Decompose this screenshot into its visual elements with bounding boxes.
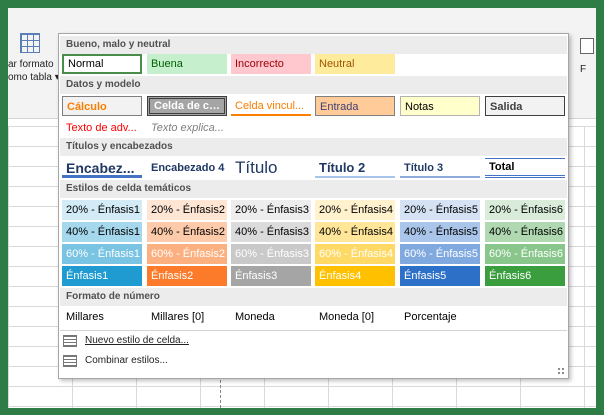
style-title-2[interactable]: Encabezado 4 [147, 158, 227, 178]
new-style-icon [63, 335, 77, 347]
section-number-format: Formato de número [60, 288, 567, 306]
style-data-model-2[interactable]: Celda de co... [147, 96, 227, 116]
style-accent-3[interactable]: Énfasis3 [231, 266, 311, 286]
style-accent-6[interactable]: Énfasis6 [485, 266, 565, 286]
style-title-1[interactable]: Encabez... [62, 158, 142, 178]
style-number-format-2[interactable]: Millares [0] [147, 307, 227, 327]
style-data-model-text-1[interactable]: Texto de adv... [62, 118, 142, 138]
style-title-6[interactable]: Total [485, 158, 565, 178]
merge-styles-item[interactable]: Combinar estilos... [63, 352, 168, 370]
section-themed-styles: Estilos de celda temáticos [60, 180, 567, 198]
section-good-bad-neutral: Bueno, malo y neutral [60, 36, 567, 54]
style-data-model-1[interactable]: Cálculo [62, 96, 142, 116]
style-data-model-text-2[interactable]: Texto explica... [147, 118, 227, 138]
style-accent-20-2[interactable]: 20% - Énfasis2 [147, 200, 227, 220]
style-accent-40-2[interactable]: 40% - Énfasis2 [147, 222, 227, 242]
style-accent-40-4[interactable]: 40% - Énfasis4 [315, 222, 395, 242]
style-accent-40-5[interactable]: 40% - Énfasis5 [400, 222, 480, 242]
style-accent-60-4[interactable]: 60% - Énfasis4 [315, 244, 395, 264]
format-icon [580, 38, 594, 54]
style-accent-60-6[interactable]: 60% - Énfasis6 [485, 244, 565, 264]
section-titles: Títulos y encabezados [60, 138, 567, 156]
style-accent-20-4[interactable]: 20% - Énfasis4 [315, 200, 395, 220]
style-good-bad-4[interactable]: Neutral [315, 54, 395, 74]
cell-styles-gallery: Bueno, malo y neutral Normal Buena Incorre… [58, 33, 569, 379]
style-data-model-5[interactable]: Notas [400, 96, 480, 116]
style-accent-20-3[interactable]: 20% - Énfasis3 [231, 200, 311, 220]
style-accent-40-6[interactable]: 40% - Énfasis6 [485, 222, 565, 242]
style-accent-60-2[interactable]: 60% - Énfasis2 [147, 244, 227, 264]
style-accent-4[interactable]: Énfasis4 [315, 266, 395, 286]
style-title-4[interactable]: Título 2 [315, 158, 395, 178]
style-data-model-3[interactable]: Celda vincul... [231, 96, 311, 116]
style-good-bad-3[interactable]: Incorrecto [231, 54, 311, 74]
style-accent-20-6[interactable]: 20% - Énfasis6 [485, 200, 565, 220]
table-format-icon [20, 33, 40, 53]
resize-grip-icon[interactable] [557, 367, 565, 375]
style-good-bad-1[interactable]: Normal [62, 54, 142, 74]
style-number-format-4[interactable]: Moneda [0] [315, 307, 395, 327]
style-data-model-4[interactable]: Entrada [315, 96, 395, 116]
style-accent-1[interactable]: Énfasis1 [62, 266, 142, 286]
style-accent-60-1[interactable]: 60% - Énfasis1 [62, 244, 142, 264]
merge-styles-icon [63, 355, 77, 367]
style-number-format-1[interactable]: Millares [62, 307, 142, 327]
format-as-table-label-2: omo tabla ▾ [8, 72, 60, 83]
style-accent-2[interactable]: Énfasis2 [147, 266, 227, 286]
style-accent-5[interactable]: Énfasis5 [400, 266, 480, 286]
format-as-table-label-1: ar formato [8, 59, 54, 70]
gallery-divider [60, 330, 567, 331]
style-accent-60-3[interactable]: 60% - Énfasis3 [231, 244, 311, 264]
style-accent-60-5[interactable]: 60% - Énfasis5 [400, 244, 480, 264]
style-data-model-6[interactable]: Salida [485, 96, 565, 116]
style-accent-20-5[interactable]: 20% - Énfasis5 [400, 200, 480, 220]
new-cell-style-item[interactable]: Nuevo estilo de celda... [63, 332, 189, 350]
style-accent-40-3[interactable]: 40% - Énfasis3 [231, 222, 311, 242]
format-label: F [580, 64, 587, 75]
style-accent-20-1[interactable]: 20% - Énfasis1 [62, 200, 142, 220]
style-number-format-3[interactable]: Moneda [231, 307, 311, 327]
style-good-bad-2[interactable]: Buena [147, 54, 227, 74]
style-number-format-5[interactable]: Porcentaje [400, 307, 480, 327]
format-button[interactable]: F [578, 38, 596, 78]
section-data-model: Datos y modelo [60, 76, 567, 94]
style-title-5[interactable]: Título 3 [400, 158, 480, 178]
style-accent-40-1[interactable]: 40% - Énfasis1 [62, 222, 142, 242]
style-title-3[interactable]: Título [231, 158, 311, 178]
